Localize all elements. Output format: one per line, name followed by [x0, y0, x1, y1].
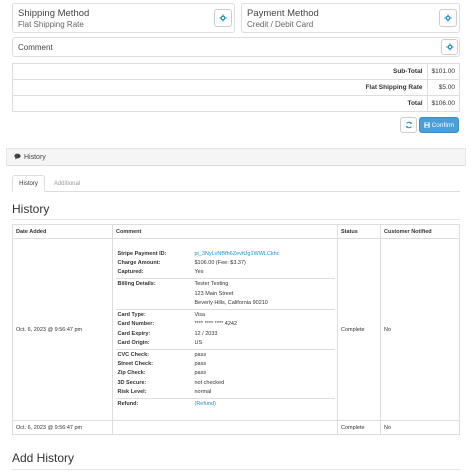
refund-link[interactable]: (Refund) [195, 400, 333, 409]
refresh-button[interactable] [400, 117, 417, 133]
history-notified: No [380, 238, 460, 421]
shipping-method-title: Shipping Method [18, 8, 90, 19]
history-comment [112, 420, 338, 435]
card-number-label: Card Number: [117, 321, 155, 328]
refund-group: Refund: (Refund) [116, 398, 335, 410]
history-divider [12, 219, 460, 220]
card-type-label: Card Type: [117, 312, 146, 319]
save-icon [423, 122, 430, 128]
3d-secure-value: not checked [194, 379, 225, 386]
stripe-payment-id-label: Stripe Payment ID: [117, 250, 167, 257]
totals-table: Sub-Total $101.00 Flat Shipping Rate $5.… [12, 63, 460, 112]
gear-icon [445, 43, 454, 51]
cvc-check-value: pass [194, 351, 207, 358]
tab-history[interactable]: History [12, 175, 45, 192]
card-origin-value: US [194, 339, 203, 346]
billing-line: Tester Testing [194, 281, 229, 288]
history-tabs: History Additional [12, 175, 460, 192]
charge-amount-value: $106.00 (Fee: $3.37) [194, 260, 246, 267]
card-type-value: Visa [194, 312, 206, 319]
3d-secure-label: 3D Secure: [117, 379, 147, 386]
history-status: Complete [337, 420, 381, 435]
totals-value: $5.00 [426, 79, 460, 96]
risk-level-label: Risk Level: [117, 388, 147, 395]
billing-details-group: Billing Details: Tester Testing 123 Main… [115, 278, 335, 311]
column-header-date-added: Date Added [12, 224, 113, 239]
risk-level-value: normal [194, 388, 212, 395]
comment-settings-button[interactable] [441, 39, 458, 55]
zip-check-label: Zip Check: [117, 370, 146, 377]
refund-label: Refund: [117, 400, 139, 407]
totals-label: Sub-Total [12, 63, 428, 80]
column-header-customer-notified: Customer Notified [380, 224, 460, 239]
payment-method-title: Payment Method [247, 8, 319, 19]
payment-details-group: Stripe Payment ID: Charge Amount: Captur… [115, 248, 335, 280]
card-expiry-label: Card Expiry: [117, 330, 151, 337]
street-check-label: Street Check: [117, 361, 153, 368]
card-expiry-value: 12 / 2033 [194, 330, 218, 337]
tab-additional[interactable]: Additional [48, 175, 86, 192]
add-history-heading: Add History [12, 451, 75, 465]
history-panel-title: History [24, 154, 46, 161]
table-row: Oct. 6, 2023 @ 9:56:47 pm Stripe Payment… [12, 238, 460, 421]
stripe-payment-id-link[interactable]: pi_3NyLvNBfh6ZevtUg1WWLCkhc [195, 250, 333, 259]
table-row: Oct. 6, 2023 @ 9:56:47 pm Complete No [12, 420, 460, 435]
shipping-method-settings-button[interactable] [214, 9, 232, 27]
totals-label: Flat Shipping Rate [12, 79, 428, 96]
card-details-group: Card Type: Card Number: Card Expiry: Car… [115, 309, 335, 350]
history-date: Oct. 6, 2023 @ 9:56:47 pm [12, 238, 113, 421]
confirm-label: Confirm [431, 121, 455, 129]
payment-method-settings-button[interactable] [439, 9, 457, 27]
history-panel-heading: History [6, 148, 466, 166]
add-history-divider [12, 469, 460, 470]
totals-value: $101.00 [426, 63, 460, 80]
captured-label: Captured: [117, 269, 144, 276]
column-header-status: Status [337, 224, 381, 239]
refresh-icon [405, 121, 412, 129]
history-notified: No [380, 420, 460, 435]
payment-method-box: Payment Method Credit / Debit Card [241, 3, 460, 33]
captured-value: Yes [194, 269, 204, 276]
shipping-method-value: Flat Shipping Rate [18, 20, 84, 29]
history-header-row: Date Added Comment Status Customer Notif… [12, 224, 460, 239]
totals-row: Total $106.00 [12, 95, 460, 112]
history-table: Date Added Comment Status Customer Notif… [12, 224, 460, 435]
gear-icon [219, 14, 227, 22]
totals-row: Flat Shipping Rate $5.00 [12, 79, 460, 96]
street-check-value: pass [194, 361, 207, 368]
totals-value: $106.00 [426, 95, 460, 112]
billing-details-label: Billing Details: [117, 281, 156, 288]
gear-icon [444, 14, 452, 22]
card-origin-label: Card Origin: [117, 339, 150, 346]
history-status: Complete [337, 238, 381, 421]
payment-method-value: Credit / Debit Card [247, 20, 314, 29]
totals-label: Total [12, 95, 428, 112]
card-number-value: **** **** **** 4242 [194, 321, 238, 328]
history-date: Oct. 6, 2023 @ 9:56:47 pm [12, 420, 113, 435]
history-heading: History [12, 202, 50, 216]
totals-row: Sub-Total $101.00 [12, 63, 460, 80]
column-header-comment: Comment [112, 224, 338, 239]
cvc-check-label: CVC Check: [117, 351, 149, 358]
comment-icon [14, 153, 21, 162]
history-comment: Stripe Payment ID: Charge Amount: Captur… [112, 238, 338, 421]
comment-title: Comment [18, 43, 53, 52]
billing-line: 123 Main Street [194, 290, 234, 297]
confirm-button[interactable]: Confirm [419, 117, 459, 133]
charge-amount-label: Charge Amount: [117, 260, 161, 267]
shipping-method-box: Shipping Method Flat Shipping Rate [12, 3, 235, 33]
zip-check-value: pass [194, 370, 207, 377]
comment-box: Comment [12, 37, 460, 57]
checks-group: CVC Check: Street Check: Zip Check: 3D S… [115, 349, 335, 399]
payment-details-table: Stripe Payment ID: Charge Amount: Captur… [115, 248, 335, 410]
billing-line: Beverly Hills, California 90210 [194, 299, 268, 306]
